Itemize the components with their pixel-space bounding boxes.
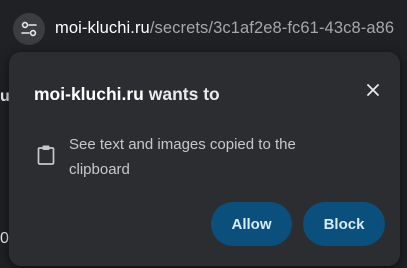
permission-prompt: moi-kluchi.ru wants to See text and imag… <box>9 52 400 266</box>
page-text-fragment: 0 <box>0 230 9 247</box>
block-button[interactable]: Block <box>303 202 385 246</box>
allow-button[interactable]: Allow <box>211 202 292 246</box>
prompt-origin: moi-kluchi.ru <box>34 84 144 104</box>
tune-icon <box>21 21 37 37</box>
browser-window: moi-kluchi.ru/secrets/3c1af2e8-fc61-43c8… <box>0 0 407 268</box>
url-text[interactable]: moi-kluchi.ru/secrets/3c1af2e8-fc61-43c8… <box>55 19 394 38</box>
prompt-title-suffix: wants to <box>143 84 220 104</box>
prompt-title: moi-kluchi.ru wants to <box>34 84 220 105</box>
close-icon <box>367 84 379 96</box>
close-button[interactable] <box>362 79 384 101</box>
address-bar: moi-kluchi.ru/secrets/3c1af2e8-fc61-43c8… <box>0 0 407 58</box>
permission-text: See text and images copied to the clipbo… <box>69 136 296 178</box>
clipboard-icon <box>37 145 55 165</box>
site-info-button[interactable] <box>13 13 45 45</box>
url-host: moi-kluchi.ru <box>55 19 150 37</box>
url-path: /secrets/3c1af2e8-fc61-43c8-a86 <box>149 19 395 37</box>
